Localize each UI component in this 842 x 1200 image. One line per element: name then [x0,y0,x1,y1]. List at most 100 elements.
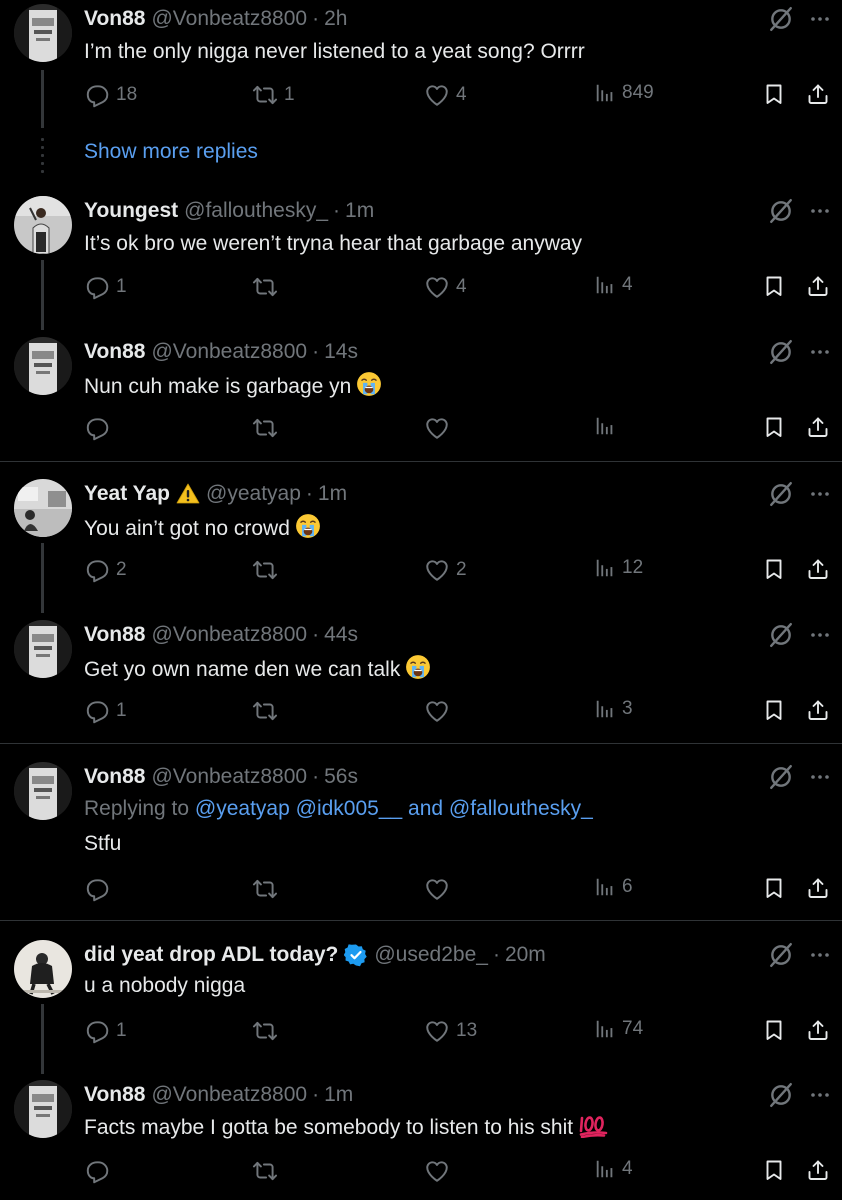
handle[interactable]: @fallouthesky_ [184,199,328,223]
reply-button[interactable]: 18 [84,82,137,108]
more-icon[interactable] [808,623,832,647]
show-more-replies-link[interactable]: Show more replies [84,140,258,164]
share-button[interactable] [806,82,830,106]
more-icon[interactable] [808,199,832,223]
avatar[interactable] [14,4,72,62]
like-button[interactable] [424,876,456,902]
avatar[interactable] [14,337,72,395]
post[interactable]: Von88 @Vonbeatz8800 · 44s Get yo own nam… [0,620,842,740]
display-name[interactable]: Yeat Yap [84,482,170,506]
timestamp[interactable]: 1m [318,482,347,506]
post[interactable]: Von88 @Vonbeatz8800 · 56s Replying to @y… [0,762,842,912]
display-name[interactable]: Von88 [84,623,145,647]
views-button[interactable]: 849 [594,82,654,104]
avatar[interactable] [14,479,72,537]
like-button[interactable]: 2 [424,557,467,583]
share-button[interactable] [806,1158,830,1182]
reply-button[interactable]: 1 [84,274,127,300]
display-name[interactable]: Von88 [84,340,145,364]
bookmark-button[interactable] [762,82,786,106]
handle[interactable]: @Vonbeatz8800 [151,7,307,31]
display-name[interactable]: Von88 [84,1083,145,1107]
timestamp[interactable]: 56s [324,765,358,789]
reply-button[interactable] [84,415,116,441]
reply-button[interactable]: 1 [84,698,127,724]
timestamp[interactable]: 1m [345,199,374,223]
post[interactable]: did yeat drop ADL today? @used2be_ · 20m… [0,940,842,1060]
more-icon[interactable] [808,7,832,31]
like-button[interactable] [424,415,456,441]
repost-button[interactable] [252,274,284,300]
more-icon[interactable] [808,765,832,789]
reply-button[interactable] [84,1158,116,1184]
display-name[interactable]: did yeat drop ADL today? [84,943,338,967]
timestamp[interactable]: 20m [505,943,546,967]
mention-link[interactable]: @idk005__ [296,797,403,820]
display-name[interactable]: Von88 [84,765,145,789]
more-icon[interactable] [808,340,832,364]
more-icon[interactable] [808,1083,832,1107]
mention-link[interactable]: @yeatyap [195,797,290,820]
like-button[interactable]: 4 [424,274,467,300]
reply-button[interactable] [84,876,116,902]
post[interactable]: Yeat Yap @yeatyap · 1m You ain’t got no … [0,479,842,599]
share-button[interactable] [806,557,830,581]
views-button[interactable]: 12 [594,557,643,579]
repost-button[interactable]: 1 [252,82,295,108]
repost-button[interactable] [252,876,284,902]
share-button[interactable] [806,876,830,900]
like-button[interactable]: 13 [424,1018,477,1044]
views-button[interactable]: 74 [594,1018,643,1040]
avatar[interactable] [14,620,72,678]
repost-button[interactable] [252,698,284,724]
repost-button[interactable] [252,1158,284,1184]
like-button[interactable] [424,698,456,724]
share-button[interactable] [806,274,830,298]
post[interactable]: Von88 @Vonbeatz8800 · 1m Facts maybe I g… [0,1080,842,1200]
more-icon[interactable] [808,943,832,967]
grok-icon[interactable] [768,764,794,790]
grok-icon[interactable] [768,1082,794,1108]
handle[interactable]: @yeatyap [206,482,301,506]
timestamp[interactable]: 44s [324,623,358,647]
repost-button[interactable] [252,1018,284,1044]
like-button[interactable]: 4 [424,82,467,108]
avatar[interactable] [14,762,72,820]
grok-icon[interactable] [768,942,794,968]
handle[interactable]: @Vonbeatz8800 [151,1083,307,1107]
grok-icon[interactable] [768,339,794,365]
bookmark-button[interactable] [762,698,786,722]
reply-button[interactable]: 2 [84,557,127,583]
repost-button[interactable] [252,415,284,441]
avatar[interactable] [14,1080,72,1138]
bookmark-button[interactable] [762,1158,786,1182]
views-button[interactable]: 4 [594,274,633,296]
bookmark-button[interactable] [762,876,786,900]
bookmark-button[interactable] [762,1018,786,1042]
post[interactable]: Youngest @fallouthesky_ · 1m It’s ok bro… [0,196,842,316]
handle[interactable]: @used2be_ [374,943,488,967]
post[interactable]: Von88 @Vonbeatz8800 · 14s Nun cuh make i… [0,337,842,457]
views-button[interactable] [594,415,622,437]
avatar[interactable] [14,940,72,998]
share-button[interactable] [806,1018,830,1042]
grok-icon[interactable] [768,622,794,648]
share-button[interactable] [806,415,830,439]
more-icon[interactable] [808,482,832,506]
grok-icon[interactable] [768,6,794,32]
like-button[interactable] [424,1158,456,1184]
share-button[interactable] [806,698,830,722]
display-name[interactable]: Von88 [84,7,145,31]
timestamp[interactable]: 2h [324,7,347,31]
bookmark-button[interactable] [762,415,786,439]
views-button[interactable]: 6 [594,876,633,898]
views-button[interactable]: 3 [594,698,633,720]
handle[interactable]: @Vonbeatz8800 [151,340,307,364]
timestamp[interactable]: 14s [324,340,358,364]
views-button[interactable]: 4 [594,1158,633,1180]
avatar[interactable] [14,196,72,254]
display-name[interactable]: Youngest [84,199,178,223]
mention-link[interactable]: @fallouthesky_ [449,797,593,820]
post[interactable]: Von88 @Vonbeatz8800 · 2h I’m the only ni… [0,4,842,124]
bookmark-button[interactable] [762,274,786,298]
